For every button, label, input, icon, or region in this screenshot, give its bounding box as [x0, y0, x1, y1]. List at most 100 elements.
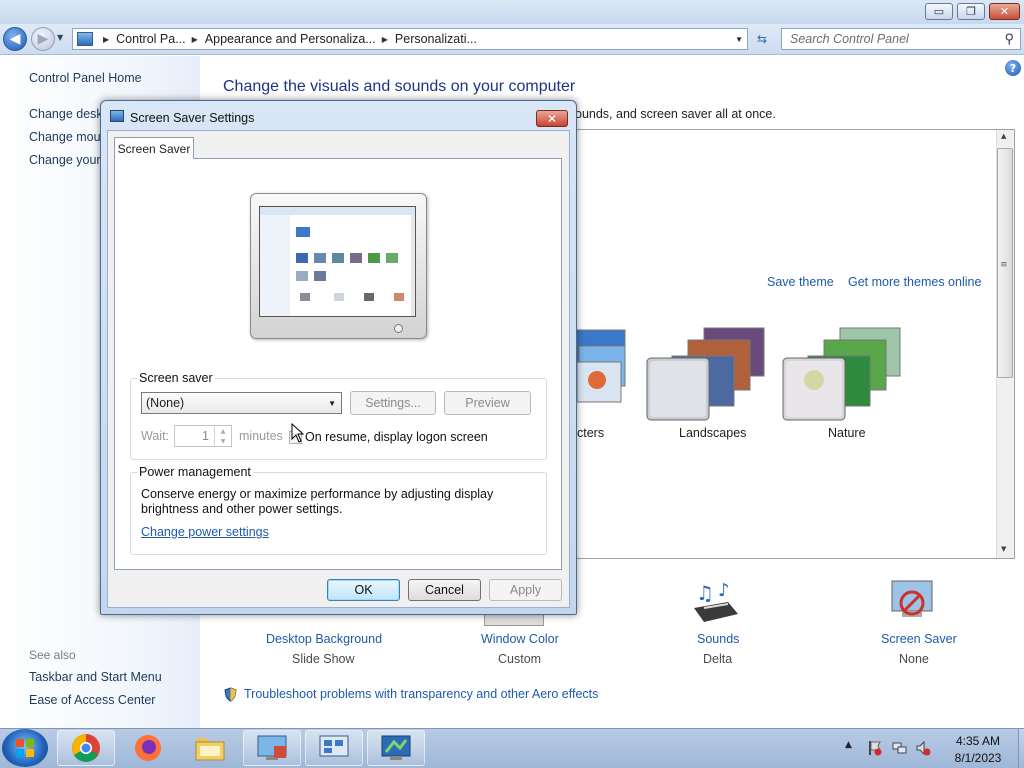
desktop-background-link[interactable]: Desktop Background	[266, 632, 382, 646]
change-mouse-pointers-link[interactable]: Change mous	[29, 130, 107, 144]
network-icon[interactable]	[891, 740, 907, 756]
recent-pages-dropdown[interactable]: ▼	[57, 33, 63, 42]
wait-label: Wait:	[141, 429, 170, 443]
apply-button[interactable]: Apply	[489, 579, 562, 601]
breadcrumb-appearance[interactable]: Appearance and Personaliza...	[205, 32, 376, 46]
change-account-picture-link[interactable]: Change your	[29, 153, 101, 167]
control-panel-icon	[77, 32, 93, 46]
taskbar-firefox[interactable]	[119, 730, 177, 766]
taskbar-chrome[interactable]	[57, 730, 115, 766]
minutes-label: minutes	[239, 429, 283, 443]
scroll-down-arrow-icon[interactable]: ▼	[1001, 545, 1006, 553]
taskbar-remote-desktop[interactable]	[305, 730, 363, 766]
theme-landscapes-label[interactable]: Landscapes	[679, 426, 746, 440]
screen-saver-selected-value: (None)	[146, 396, 185, 410]
svg-text:♫: ♫	[696, 581, 714, 605]
logon-screen-label[interactable]: On resume, display logon screen	[305, 430, 488, 444]
forward-button[interactable]: ▶	[31, 27, 55, 51]
back-arrow-icon: ◀	[9, 31, 21, 47]
get-more-themes-link[interactable]: Get more themes online	[848, 275, 981, 289]
settings-button[interactable]: Settings...	[350, 391, 436, 415]
preview-button[interactable]: Preview	[444, 391, 531, 415]
power-management-label: Power management	[137, 465, 253, 479]
back-button[interactable]: ◀	[3, 27, 27, 51]
screen-saver-dropdown[interactable]: (None) ▼	[141, 392, 342, 414]
svg-text:♪: ♪	[718, 580, 730, 601]
windows-logo-icon	[16, 739, 34, 757]
address-history-dropdown-icon[interactable]: ▼	[735, 35, 743, 44]
help-icon[interactable]: ?	[1005, 60, 1021, 76]
window-titlebar	[0, 0, 1024, 24]
breadcrumb-personalization[interactable]: Personalizati...	[395, 32, 477, 46]
ok-button[interactable]: OK	[327, 579, 400, 601]
breadcrumb-separator-icon[interactable]: ▶	[192, 35, 198, 44]
close-window-button[interactable]: ✕	[989, 3, 1020, 20]
dialog-monitor-icon	[110, 110, 124, 122]
scroll-up-arrow-icon[interactable]: ▲	[1001, 132, 1006, 140]
theme-landscapes-thumbnail[interactable]	[646, 326, 768, 422]
breadcrumb-separator-icon[interactable]: ▶	[382, 35, 388, 44]
screen-saver-group-label: Screen saver	[137, 371, 215, 385]
see-also-heading: See also	[29, 648, 76, 662]
screen-saver-link[interactable]: Screen Saver	[881, 632, 957, 646]
spinner-down-icon[interactable]: ▼	[221, 438, 226, 445]
screen-saver-icon[interactable]	[888, 577, 938, 625]
dialog-close-button[interactable]: ✕	[536, 110, 568, 127]
taskbar-control-panel[interactable]	[243, 730, 301, 766]
chevron-down-icon: ▼	[328, 398, 336, 408]
forward-arrow-icon: ▶	[37, 31, 49, 47]
save-theme-link[interactable]: Save theme	[767, 275, 834, 289]
nature-theme-icon	[782, 327, 901, 421]
show-desktop-button[interactable]	[1018, 729, 1024, 768]
control-panel-home-link[interactable]: Control Panel Home	[29, 71, 142, 85]
theme-characters-label[interactable]: cters	[577, 426, 604, 440]
change-desktop-icons-link[interactable]: Change deskt	[29, 107, 106, 121]
folder-icon	[195, 738, 225, 761]
music-notes-icon: ♫ ♪	[694, 580, 738, 622]
breadcrumb-control-panel[interactable]: Control Pa...	[116, 32, 185, 46]
sounds-link[interactable]: Sounds	[697, 632, 739, 646]
search-placeholder: Search Control Panel	[790, 32, 909, 46]
theme-nature-thumbnail[interactable]	[782, 326, 904, 422]
window-color-link[interactable]: Window Color	[481, 632, 559, 646]
desktop-thumbnail-icon	[260, 207, 415, 316]
dialog-title: Screen Saver Settings	[130, 111, 255, 125]
control-panel-icon	[257, 735, 287, 760]
start-button[interactable]	[2, 729, 48, 767]
spinner-up-icon[interactable]: ▲	[221, 428, 226, 435]
power-description-line1: Conserve energy or maximize performance …	[141, 487, 494, 501]
volume-muted-icon[interactable]	[915, 740, 931, 756]
remote-desktop-icon	[319, 735, 349, 757]
taskbar-file-explorer[interactable]	[181, 730, 239, 766]
refresh-button[interactable]: ⇆	[750, 29, 774, 49]
breadcrumb-separator-icon[interactable]: ▶	[103, 35, 109, 44]
close-icon: ✕	[999, 5, 1010, 18]
window-color-value: Custom	[498, 652, 542, 666]
search-input[interactable]: Search Control Panel ⚲	[781, 28, 1021, 50]
sounds-value: Delta	[703, 652, 733, 666]
cancel-button[interactable]: Cancel	[408, 579, 481, 601]
screen-saver-value: None	[899, 652, 929, 666]
address-bar[interactable]: ▶ Control Pa... ▶ Appearance and Persona…	[72, 28, 748, 50]
screen-saver-none-icon	[891, 580, 933, 617]
search-icon[interactable]: ⚲	[1004, 31, 1014, 47]
system-clock[interactable]: 4:35 AM 8/1/2023	[938, 733, 1018, 767]
action-center-flag-icon[interactable]	[866, 740, 882, 756]
taskbar-screen-saver-settings[interactable]	[367, 730, 425, 766]
sounds-icon[interactable]: ♫ ♪	[692, 578, 740, 624]
restore-button[interactable]: ❐	[957, 3, 985, 20]
tab-screen-saver[interactable]: Screen Saver	[114, 137, 194, 159]
desktop-background-value: Slide Show	[292, 652, 355, 666]
show-hidden-icons-icon[interactable]: ▲	[845, 740, 852, 750]
scroll-grip-icon: ≡	[1000, 260, 1008, 270]
wait-value: 1	[202, 429, 209, 443]
ease-of-access-link[interactable]: Ease of Access Center	[29, 693, 155, 707]
theme-characters-thumbnail[interactable]	[576, 328, 629, 408]
change-power-settings-link[interactable]: Change power settings	[141, 525, 269, 539]
troubleshoot-aero-link[interactable]: Troubleshoot problems with transparency …	[244, 687, 598, 701]
minimize-button[interactable]: ▭	[925, 3, 953, 20]
taskbar-start-menu-link[interactable]: Taskbar and Start Menu	[29, 670, 162, 684]
chrome-icon	[72, 734, 100, 762]
wait-spinner[interactable]: ▲ ▼	[214, 426, 231, 446]
theme-nature-label[interactable]: Nature	[828, 426, 866, 440]
